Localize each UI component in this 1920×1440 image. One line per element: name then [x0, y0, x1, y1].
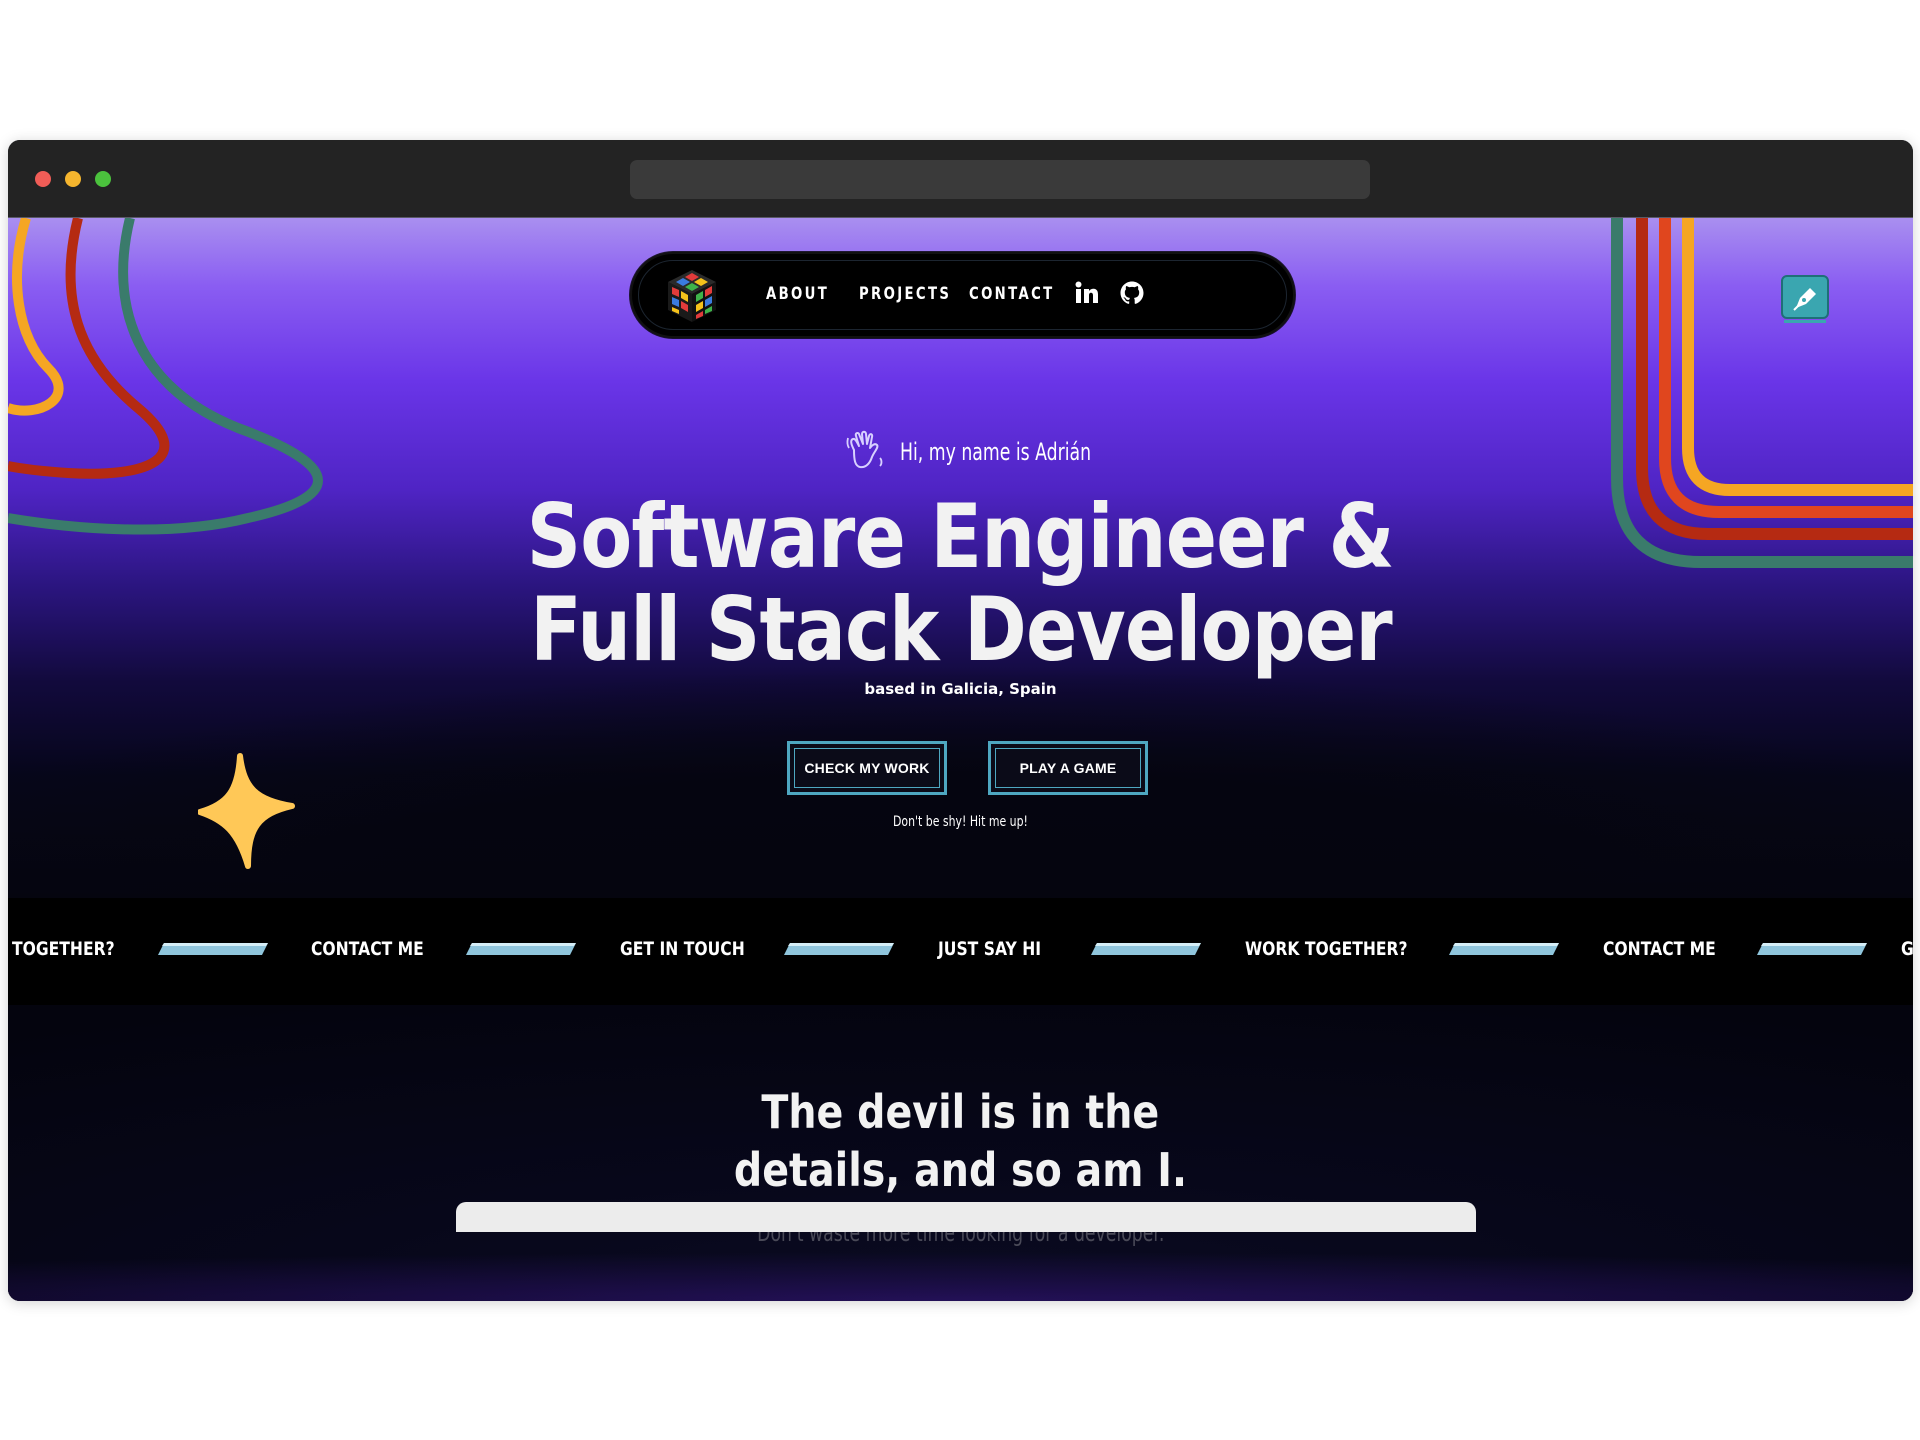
browser-window: ABOUT PROJECTS CONTACT Hi, my name is Ad…	[8, 140, 1913, 1301]
marquee-separator-icon	[1091, 943, 1201, 955]
greeting-text: Hi, my name is Adrián	[900, 438, 1092, 466]
marquee-separator-icon	[466, 943, 576, 955]
decorative-loops-left	[8, 218, 323, 535]
headline-line-2: Full Stack Developer	[8, 584, 1913, 676]
marquee-item: GET IN TOUCH	[620, 938, 745, 960]
maximize-window-button[interactable]	[95, 171, 111, 187]
marquee-item: CONTACT ME	[311, 938, 424, 960]
github-icon[interactable]	[1119, 280, 1145, 306]
tagline-text: Don't be shy! Hit me up!	[893, 814, 1028, 830]
close-window-button[interactable]	[35, 171, 51, 187]
content-panel-top	[456, 1202, 1476, 1232]
waving-hand-icon	[846, 430, 883, 469]
marquee-item: JUST SAY HI	[938, 938, 1042, 960]
contact-marquee[interactable]: TOGETHER? CONTACT ME GET IN TOUCH JUST S…	[8, 898, 1913, 1005]
marquee-item: TOGETHER?	[12, 938, 115, 960]
marquee-item: WORK TOGETHER?	[1245, 938, 1408, 960]
pen-tool-button-icon[interactable]	[1780, 274, 1830, 326]
location-text: based in Galicia, Spain	[864, 680, 1057, 698]
section-title-line-2: details, and so am I.	[8, 1141, 1913, 1199]
headline-line-1: Software Engineer &	[8, 491, 1913, 583]
marquee-separator-icon	[158, 943, 268, 955]
minimize-window-button[interactable]	[65, 171, 81, 187]
marquee-separator-icon	[1757, 943, 1867, 955]
marquee-separator-icon	[784, 943, 894, 955]
about-teaser-section: The devil is in the details, and so am I…	[8, 1005, 1913, 1301]
headline-line-2-text: Full Stack Developer	[529, 578, 1393, 681]
page-viewport: ABOUT PROJECTS CONTACT Hi, my name is Ad…	[8, 218, 1913, 1301]
section-title-line-1-text: The devil is in the	[761, 1085, 1160, 1139]
headline-line-1-text: Software Engineer &	[526, 485, 1395, 588]
sparkle-star-icon	[198, 753, 295, 869]
nav-link-about[interactable]: ABOUT	[766, 284, 829, 304]
marquee-item: G	[1901, 938, 1913, 960]
hero-section: ABOUT PROJECTS CONTACT Hi, my name is Ad…	[8, 218, 1913, 898]
marquee-item: CONTACT ME	[1603, 938, 1716, 960]
rubiks-cube-logo-icon[interactable]	[664, 268, 720, 324]
section-title-line-1: The devil is in the	[8, 1083, 1913, 1141]
linkedin-icon[interactable]	[1073, 280, 1099, 306]
play-a-game-button[interactable]: PLAY A GAME	[988, 741, 1148, 795]
marquee-separator-icon	[1449, 943, 1559, 955]
check-my-work-button[interactable]: CHECK MY WORK	[787, 741, 947, 795]
nav-link-contact[interactable]: CONTACT	[969, 284, 1055, 304]
address-bar[interactable]	[630, 160, 1370, 199]
nav-inner-border	[638, 260, 1287, 330]
section-title-line-2-text: details, and so am I.	[733, 1143, 1188, 1197]
tagline: Don't be shy! Hit me up!	[8, 814, 1913, 830]
nav-link-projects[interactable]: PROJECTS	[859, 284, 951, 304]
browser-chrome	[8, 140, 1913, 218]
top-navigation: ABOUT PROJECTS CONTACT	[630, 252, 1295, 338]
